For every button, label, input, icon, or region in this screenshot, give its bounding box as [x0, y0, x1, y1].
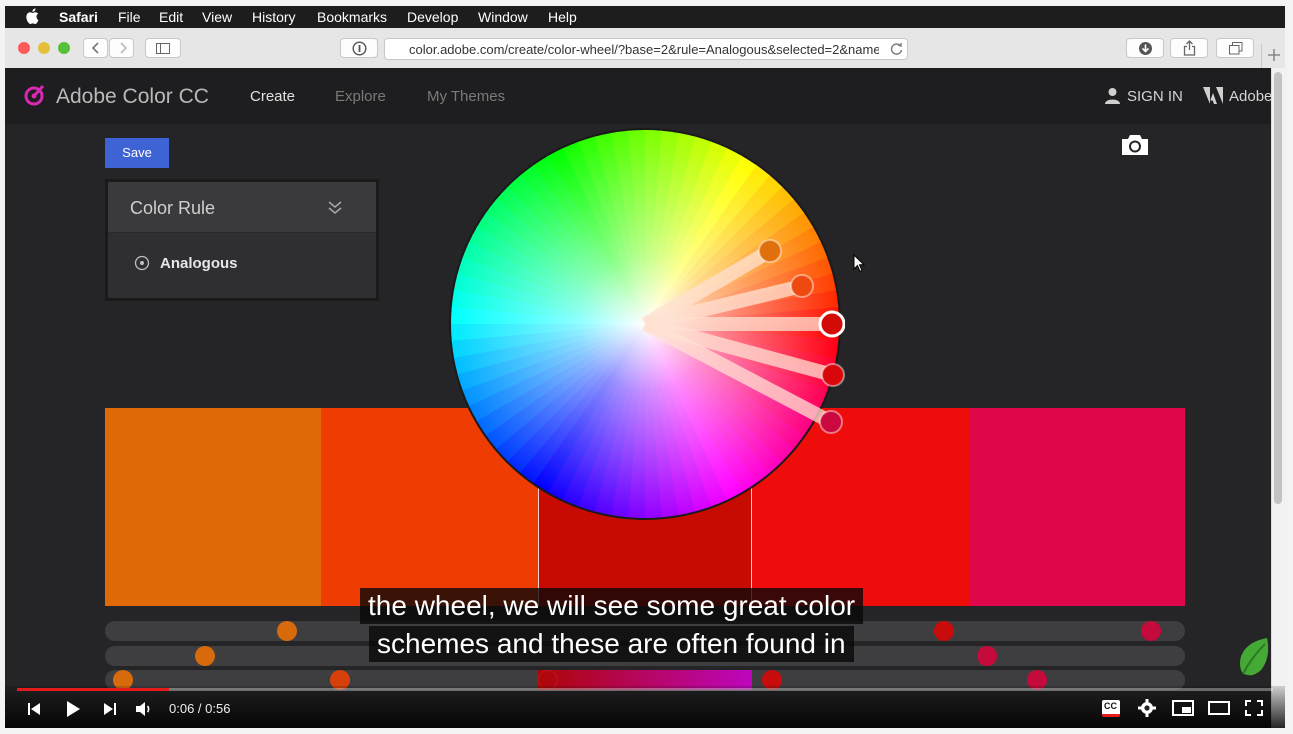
cc-label: CC — [1104, 701, 1117, 711]
video-progress-fill — [17, 688, 169, 691]
menu-bookmarks[interactable]: Bookmarks — [317, 9, 387, 25]
chevron-right-icon — [120, 42, 128, 54]
adobe-color-logo-icon[interactable] — [23, 83, 47, 107]
brand-name[interactable]: Adobe Color CC — [56, 85, 209, 109]
rule-option-label: Analogous — [160, 255, 238, 272]
chevron-left-icon — [91, 42, 99, 54]
forward-button[interactable] — [109, 38, 134, 58]
downloads-button[interactable] — [1126, 38, 1164, 58]
tabs-overview-button[interactable] — [1216, 38, 1254, 58]
user-icon — [1105, 88, 1120, 104]
slider-knob[interactable] — [277, 621, 297, 641]
nav-my-themes[interactable]: My Themes — [427, 88, 505, 105]
url-text[interactable]: color.adobe.com/create/color-wheel/?base… — [409, 42, 879, 57]
caption-line-1: the wheel, we will see some great color — [360, 588, 864, 624]
back-button[interactable] — [83, 38, 108, 58]
menu-help[interactable]: Help — [548, 9, 577, 25]
menu-file[interactable]: File — [118, 9, 141, 25]
menu-app-safari[interactable]: Safari — [59, 9, 98, 25]
fullscreen-icon[interactable] — [1245, 700, 1263, 716]
harmony-handle[interactable] — [790, 274, 814, 298]
color-wheel[interactable] — [445, 124, 845, 524]
save-button-label: Save — [122, 145, 152, 160]
harmony-handle[interactable] — [821, 363, 845, 387]
next-icon[interactable] — [103, 702, 117, 716]
browser-toolbar: color.adobe.com/create/color-wheel/?base… — [5, 28, 1285, 69]
window-minimize-button[interactable] — [38, 42, 50, 54]
share-button[interactable] — [1170, 38, 1208, 58]
previous-icon[interactable] — [27, 702, 41, 716]
theater-mode-icon[interactable] — [1208, 701, 1230, 715]
color-swatch[interactable] — [105, 408, 321, 606]
captions-button[interactable]: CC — [1102, 700, 1120, 717]
sidebar-toggle-button[interactable] — [145, 38, 181, 58]
reload-icon[interactable] — [890, 42, 903, 56]
caption-line-2: schemes and these are often found in — [369, 626, 854, 662]
harmony-handle[interactable] — [819, 410, 843, 434]
share-icon — [1183, 40, 1196, 56]
play-icon[interactable] — [65, 700, 81, 718]
tabs-icon — [1229, 42, 1243, 55]
menu-edit[interactable]: Edit — [159, 9, 183, 25]
slider-knob[interactable] — [934, 621, 954, 641]
slider-knob[interactable] — [1141, 621, 1161, 641]
video-time: 0:06 / 0:56 — [169, 701, 231, 716]
radio-selected-icon[interactable] — [134, 255, 150, 271]
harmony-handle[interactable] — [758, 239, 782, 263]
menu-develop[interactable]: Develop — [407, 9, 458, 25]
download-icon — [1139, 42, 1152, 55]
window-close-button[interactable] — [18, 42, 30, 54]
slider-knob[interactable] — [195, 646, 215, 666]
plus-icon — [1268, 49, 1280, 61]
nav-create[interactable]: Create — [250, 88, 295, 105]
volume-icon[interactable] — [135, 701, 153, 717]
apple-menu-icon[interactable] — [25, 8, 39, 24]
nav-explore[interactable]: Explore — [335, 88, 386, 105]
adobe-link[interactable]: Adobe — [1229, 88, 1271, 105]
slider-knob[interactable] — [977, 646, 997, 666]
color-swatch[interactable] — [969, 408, 1185, 606]
menu-view[interactable]: View — [202, 9, 232, 25]
rule-option-analogous[interactable]: Analogous — [108, 233, 376, 295]
save-button[interactable]: Save — [105, 138, 169, 168]
evernote-icon[interactable] — [1235, 636, 1271, 680]
site-navbar: Adobe Color CC Create Explore My Themes … — [5, 68, 1271, 124]
window-zoom-button[interactable] — [58, 42, 70, 54]
camera-icon[interactable] — [1120, 134, 1150, 156]
menu-history[interactable]: History — [252, 9, 296, 25]
address-bar[interactable]: color.adobe.com/create/color-wheel/?base… — [384, 38, 908, 60]
video-player-controls: 0:06 / 0:56 CC — [5, 686, 1285, 728]
chevron-double-down-icon[interactable] — [328, 201, 342, 215]
color-rule-header[interactable]: Color Rule — [108, 182, 376, 233]
color-rule-panel: Color Rule Analogous — [105, 179, 379, 301]
macos-menu-bar: Safari File Edit View History Bookmarks … — [5, 6, 1285, 28]
info-circle-icon — [352, 41, 367, 56]
harmony-handle-selected[interactable] — [818, 310, 845, 338]
video-progress-bar[interactable] — [17, 688, 1273, 691]
reader-button[interactable] — [340, 38, 378, 58]
miniplayer-icon[interactable] — [1172, 700, 1194, 716]
settings-gear-icon[interactable] — [1138, 699, 1156, 717]
mouse-cursor-icon — [853, 254, 865, 273]
new-tab-button[interactable] — [1261, 44, 1286, 68]
sidebar-icon — [156, 43, 170, 54]
page-scrollbar-thumb[interactable] — [1274, 72, 1282, 504]
adobe-logo-icon[interactable] — [1203, 87, 1223, 104]
sign-in-link[interactable]: SIGN IN — [1127, 88, 1183, 105]
menu-window[interactable]: Window — [478, 9, 528, 25]
color-rule-title: Color Rule — [130, 198, 216, 218]
